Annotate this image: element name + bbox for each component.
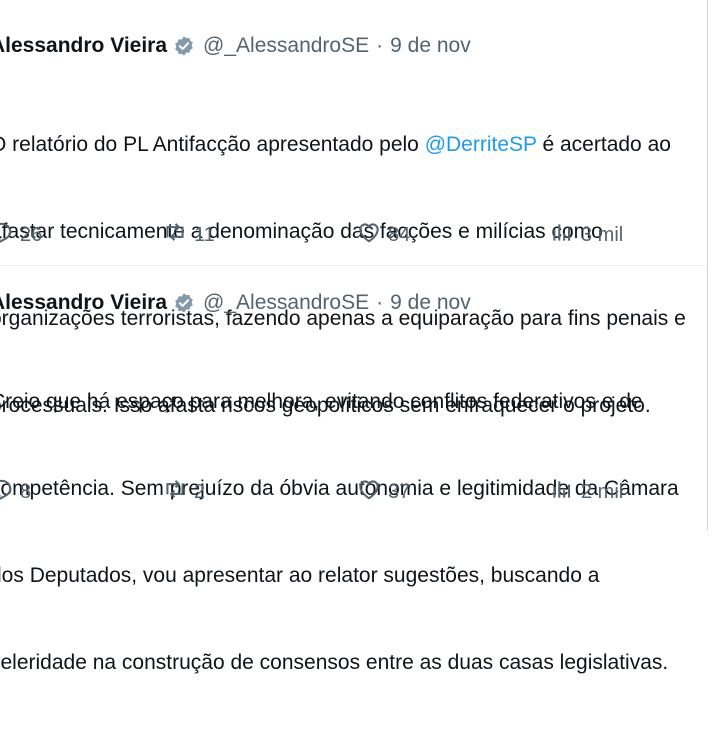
post-text: Creio que há espaço para melhora, evitan… xyxy=(0,329,720,735)
reply-button[interactable]: 8 xyxy=(0,476,31,508)
repost-icon xyxy=(162,219,188,251)
views-count: 3 mil xyxy=(581,223,624,246)
author-name[interactable]: Alessandro Vieira xyxy=(0,34,167,58)
repost-button[interactable]: 2 xyxy=(162,476,205,508)
views-icon xyxy=(549,219,575,251)
like-count: 84 xyxy=(388,223,411,246)
repost-count: 2 xyxy=(194,480,206,503)
repost-count: 11 xyxy=(194,223,215,246)
post-header: Alessandro Vieira @_AlessandroSE · 9 de … xyxy=(0,283,710,323)
views-button[interactable]: 3 mil xyxy=(549,219,623,251)
reply-icon xyxy=(0,476,14,508)
like-icon xyxy=(356,476,382,508)
reply-icon xyxy=(0,219,14,251)
author-handle[interactable]: @_AlessandroSE xyxy=(203,291,369,315)
views-button[interactable]: 2 mil xyxy=(549,476,623,508)
reply-count: 8 xyxy=(20,480,32,503)
verified-badge-icon xyxy=(173,35,195,57)
repost-button[interactable]: 11 xyxy=(162,219,215,251)
post-date[interactable]: 9 de nov xyxy=(390,34,471,58)
like-button[interactable]: 84 xyxy=(356,219,410,251)
like-icon xyxy=(356,219,382,251)
views-count: 2 mil xyxy=(581,480,624,503)
post-divider xyxy=(0,265,708,266)
post-2[interactable]: Alessandro Vieira @_AlessandroSE · 9 de … xyxy=(0,283,710,735)
views-icon xyxy=(549,476,575,508)
like-button[interactable]: 37 xyxy=(356,476,410,508)
text-line: celeridade na construção de consensos en… xyxy=(0,651,669,674)
text-line: Creio que há espaço para melhora, evitan… xyxy=(0,390,643,413)
post-header: Alessandro Vieira @_AlessandroSE · 9 de … xyxy=(0,26,710,66)
separator-dot: · xyxy=(376,291,384,314)
reply-count: 26 xyxy=(20,223,43,246)
separator-dot: · xyxy=(376,34,384,57)
post-date[interactable]: 9 de nov xyxy=(390,291,471,315)
author-name[interactable]: Alessandro Vieira xyxy=(0,291,167,315)
timeline-border xyxy=(707,0,720,530)
text-line: O relatório do PL Antifacção apresentado… xyxy=(0,133,671,156)
verified-badge-icon xyxy=(173,292,195,314)
repost-icon xyxy=(162,476,188,508)
post-2-actions: 8 2 37 2 mil xyxy=(0,476,720,508)
author-handle[interactable]: @_AlessandroSE xyxy=(203,34,369,58)
reply-button[interactable]: 26 xyxy=(0,219,42,251)
mention-link[interactable]: @DerriteSP xyxy=(425,133,537,156)
text-line: dos Deputados, vou apresentar ao relator… xyxy=(0,564,600,587)
like-count: 37 xyxy=(388,480,411,503)
post-1-actions: 26 11 84 3 mil xyxy=(0,219,720,251)
